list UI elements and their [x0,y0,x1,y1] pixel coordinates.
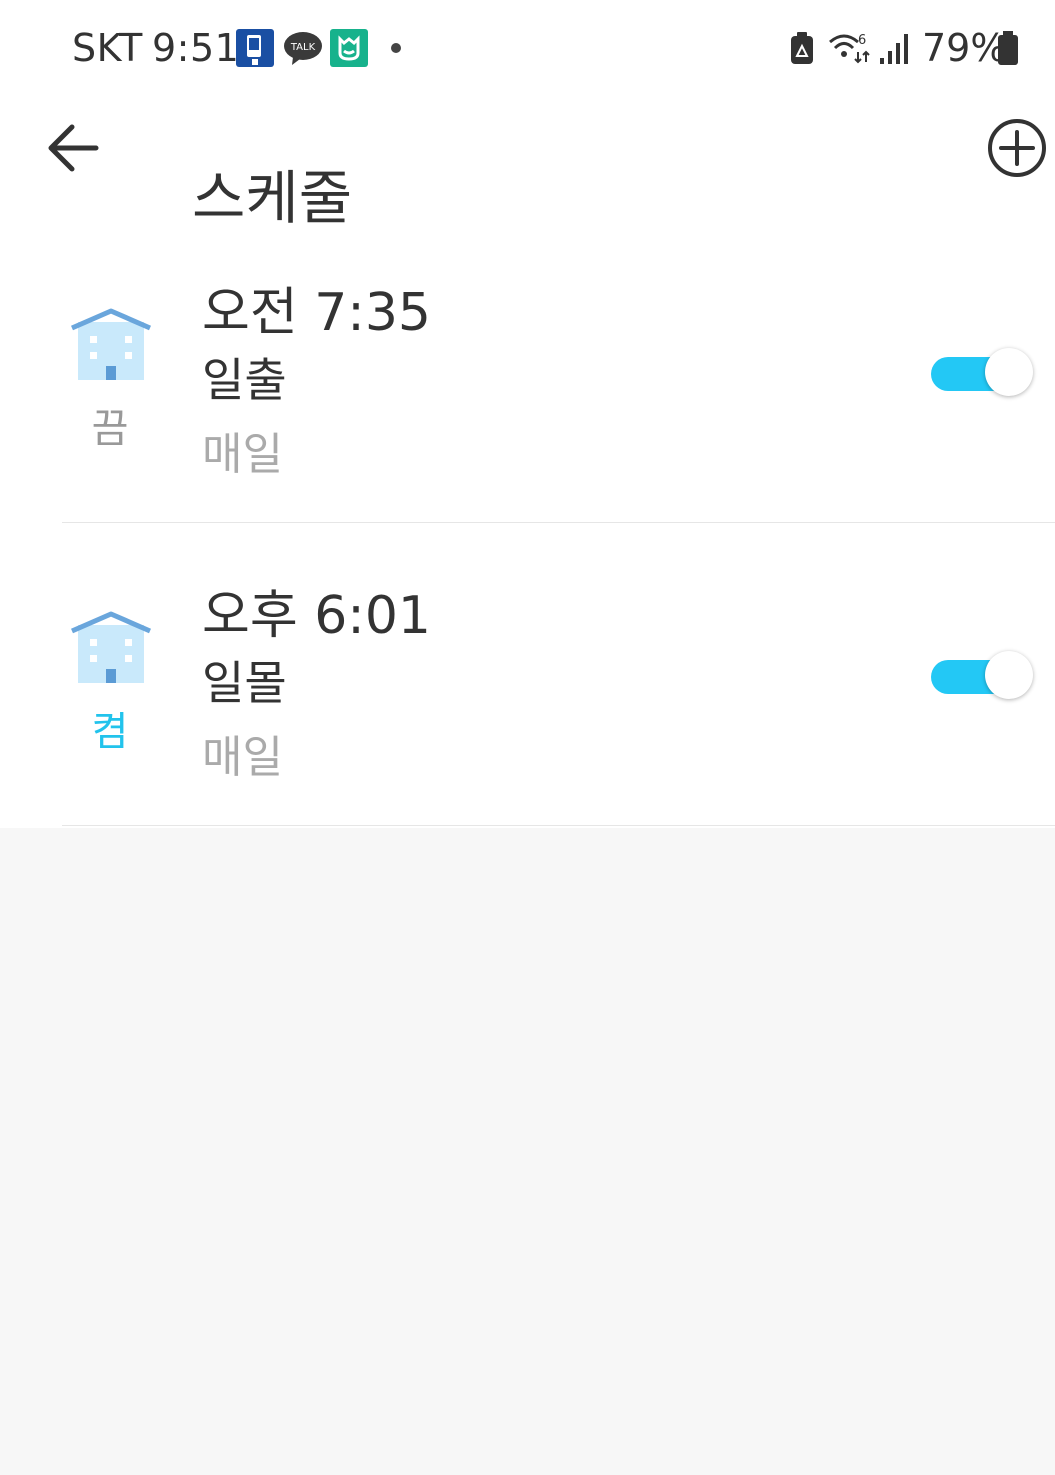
add-schedule-button[interactable] [986,117,1048,179]
back-button[interactable] [44,118,104,178]
divider [62,825,1055,826]
schedule-time: 오전 7:35 [202,283,431,343]
schedule-repeat: 매일 [202,732,283,783]
schedule-item[interactable]: 끔 오전 7:35 일출 매일 [0,220,1055,523]
schedule-name: 일출 [202,353,287,407]
mi-home-icon [330,29,368,67]
device-state-label: 켬 [91,709,129,755]
battery-percent: 79% [922,26,1007,70]
schedule-repeat: 매일 [202,429,283,480]
app-notification-icon [236,29,274,67]
schedule-name: 일몰 [202,656,287,710]
plus-circle-icon [988,119,1046,177]
kakaotalk-label: TALK [290,42,316,53]
toggle-knob [985,348,1033,396]
device-state-label: 끔 [91,406,129,452]
wifi-6-icon: 6 [829,33,870,64]
toggle-knob [985,651,1033,699]
house-icon [70,308,152,384]
schedule-time: 오후 6:01 [202,586,431,646]
arrow-left-icon [48,124,99,172]
schedule-item[interactable]: 켬 오후 6:01 일몰 매일 [0,523,1055,826]
battery-saver-icon [791,32,813,64]
svg-text:6: 6 [858,33,866,48]
schedule-toggle[interactable] [931,348,1035,398]
kakaotalk-icon: TALK [283,29,322,67]
schedule-toggle[interactable] [931,651,1035,701]
carrier-label: SKT [72,26,143,70]
status-clock: 9:51 [152,26,240,70]
status-bar: SKT 9:51 TALK 6 79% [0,0,1055,96]
battery-icon [998,31,1018,65]
house-icon [70,611,152,687]
signal-strength-icon [880,34,908,64]
more-notifications-dot [391,43,401,53]
